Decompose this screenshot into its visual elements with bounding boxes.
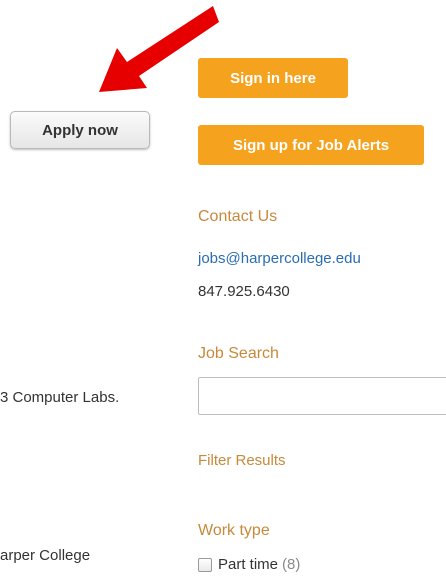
- job-listing-text: 3 Computer Labs.: [0, 389, 120, 406]
- filter-option-label: Part time: [218, 556, 279, 573]
- job-alerts-signup-button[interactable]: Sign up for Job Alerts: [198, 125, 424, 165]
- filter-option-part-time[interactable]: Part time (8): [198, 556, 300, 573]
- work-type-heading: Work type: [198, 522, 270, 539]
- contact-phone: 847.925.6430: [198, 283, 290, 300]
- sign-in-button[interactable]: Sign in here: [198, 58, 348, 98]
- part-time-checkbox[interactable]: [198, 557, 212, 572]
- apply-now-button[interactable]: Apply now: [10, 111, 150, 149]
- filter-option-count: (8): [282, 556, 301, 573]
- job-listing-employer: arper College: [0, 547, 91, 564]
- filter-results-heading: Filter Results: [198, 452, 286, 469]
- job-search-heading: Job Search: [198, 345, 279, 362]
- contact-heading: Contact Us: [198, 208, 278, 225]
- contact-email-link[interactable]: jobs@harpercollege.edu: [198, 250, 361, 267]
- job-search-input[interactable]: [198, 377, 446, 415]
